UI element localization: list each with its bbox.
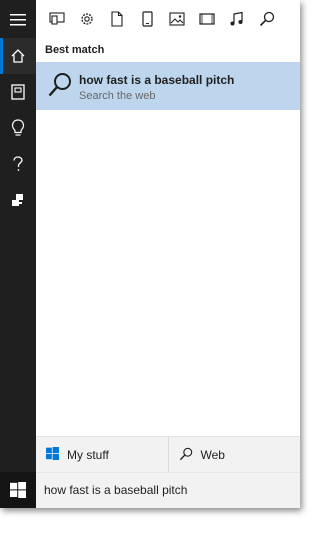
web-label: Web: [200, 448, 225, 462]
phone-filter-icon[interactable]: [132, 0, 162, 38]
apps-filter-icon[interactable]: [42, 0, 72, 38]
home-icon[interactable]: [0, 38, 36, 74]
feedback-icon[interactable]: [0, 182, 36, 218]
windows-logo-icon: [46, 447, 59, 463]
search-icon: [179, 447, 193, 464]
best-match-heading: Best match: [45, 44, 105, 56]
help-icon[interactable]: [0, 146, 36, 182]
search-box: [36, 472, 300, 508]
videos-filter-icon[interactable]: [192, 0, 222, 38]
my-stuff-button[interactable]: My stuff: [36, 437, 168, 473]
settings-filter-icon[interactable]: [72, 0, 102, 38]
photos-filter-icon[interactable]: [162, 0, 192, 38]
menu-icon[interactable]: [0, 2, 36, 38]
lightbulb-icon[interactable]: [0, 110, 36, 146]
result-subtitle: Search the web: [79, 90, 156, 102]
side-rail: [0, 0, 36, 508]
web-button[interactable]: Web: [167, 437, 301, 473]
filter-bar: [36, 0, 300, 38]
my-stuff-label: My stuff: [67, 448, 109, 462]
result-title: how fast is a baseball pitch: [79, 73, 235, 87]
results-pane: Best match how fast is a baseball pitch …: [36, 0, 300, 508]
search-icon: [48, 72, 72, 103]
best-match-result[interactable]: how fast is a baseball pitch Search the …: [36, 62, 300, 110]
search-scope-bar: My stuff Web: [36, 436, 300, 473]
search-input[interactable]: [44, 473, 292, 507]
music-filter-icon[interactable]: [222, 0, 252, 38]
documents-filter-icon[interactable]: [102, 0, 132, 38]
windows-logo-icon[interactable]: [0, 472, 36, 508]
cortana-search-panel: Best match how fast is a baseball pitch …: [0, 0, 300, 508]
notebook-icon[interactable]: [0, 74, 36, 110]
web-search-filter-icon[interactable]: [252, 0, 282, 38]
